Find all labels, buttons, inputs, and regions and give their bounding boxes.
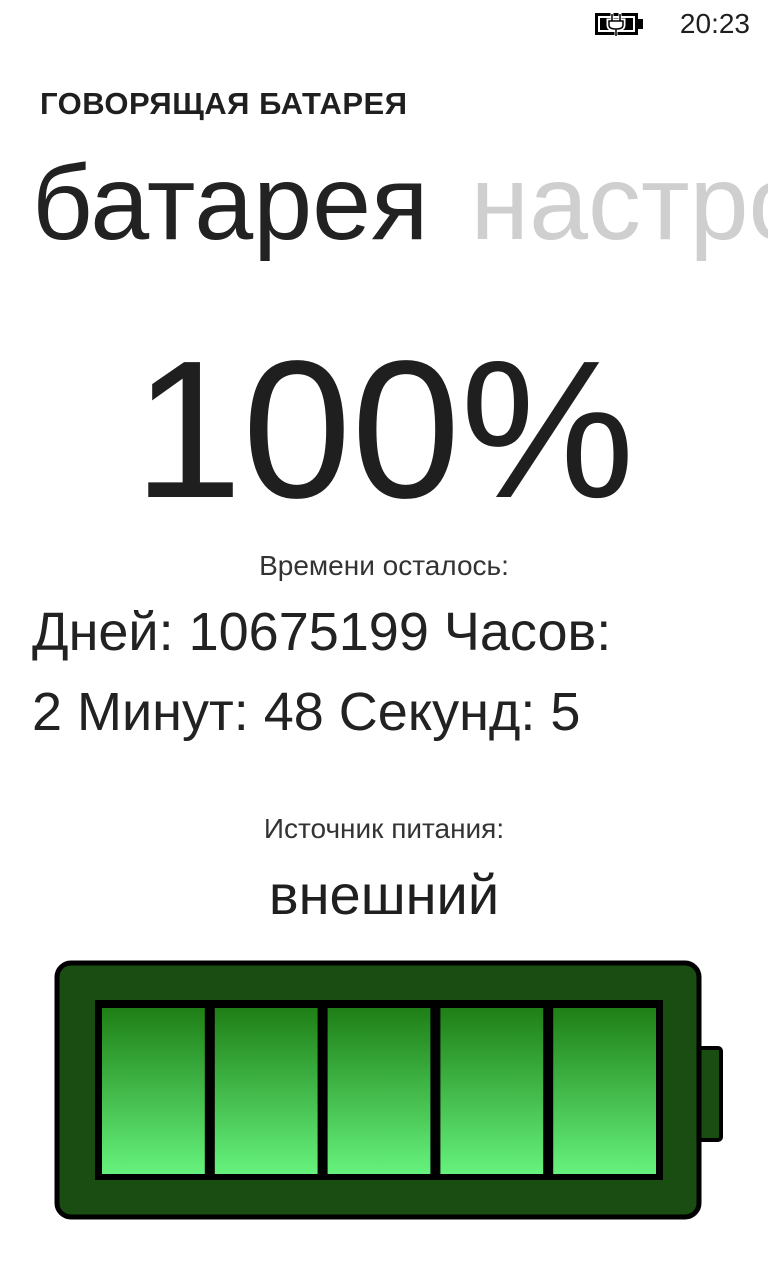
time-remaining-label: Времени осталось: [259,550,509,581]
battery-segment [553,1008,656,1174]
time-remaining-value: Дней: 10675199 Часов: 2 Минут: 48 Секунд… [32,592,732,752]
tab-settings[interactable]: настройки [471,138,768,268]
power-source-value: внешний [268,863,500,926]
battery-percent: 100% [133,320,635,539]
battery-segment [440,1008,544,1174]
status-bar: 20:23 [0,0,768,48]
battery-segment [327,1008,431,1174]
battery-charging-icon [595,12,643,37]
time-remaining-line-1: Дней: 10675199 Часов: [32,602,612,662]
pivot-header: батарея настройки [32,138,768,268]
battery-segment [214,1008,318,1174]
app-title: ГОВОРЯЩАЯ БАТАРЕЯ [40,86,408,121]
battery-terminal [697,1046,723,1142]
battery-segment [102,1008,205,1174]
time-remaining-line-2: 2 Минут: 48 Секунд: 5 [32,682,581,742]
power-source-label: Источник питания: [263,813,505,844]
tab-battery[interactable]: батарея [32,138,429,268]
battery-level-graphic [54,960,723,1220]
status-time: 20:23 [679,8,750,39]
